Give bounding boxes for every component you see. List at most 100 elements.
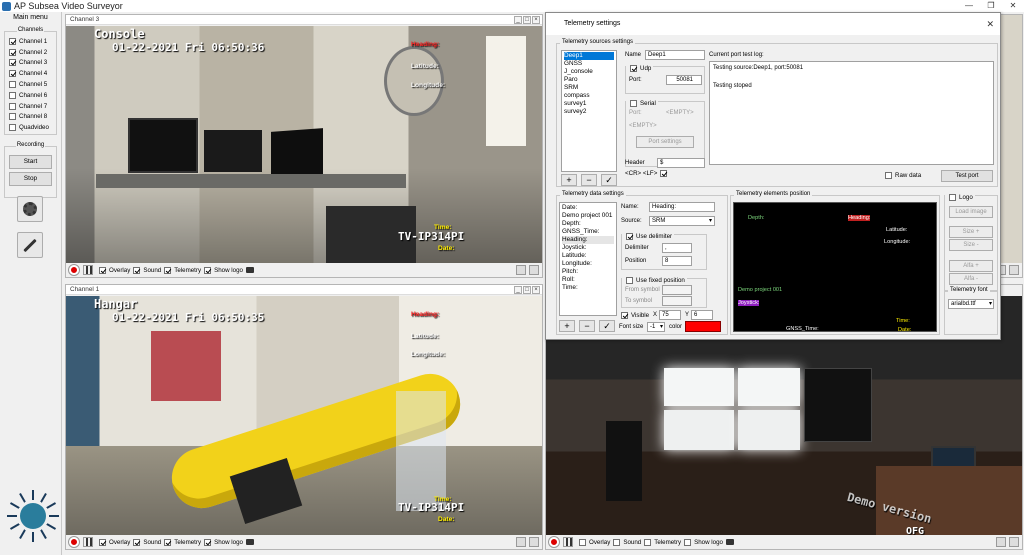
checkbox-box[interactable] — [9, 37, 16, 45]
list-item[interactable]: Joystick: — [562, 244, 614, 252]
telemetry-checkbox[interactable]: Telemetry — [161, 536, 201, 548]
copy-icon[interactable] — [1009, 265, 1019, 275]
list-item[interactable]: compass — [564, 92, 614, 100]
overlay-checkbox[interactable]: Overlay — [576, 536, 610, 548]
checkbox-box[interactable] — [644, 538, 652, 546]
checkbox-box[interactable] — [9, 59, 16, 67]
port-settings-button[interactable]: Port settings — [636, 136, 694, 148]
record-button[interactable] — [549, 537, 559, 547]
checkbox-box[interactable] — [626, 232, 633, 240]
checkbox-box[interactable] — [9, 91, 16, 99]
telemetry-font-select[interactable]: arialbd.ttf ▾ — [948, 299, 994, 309]
stop-recording-button[interactable]: Stop — [9, 172, 52, 186]
copy-icon[interactable] — [1009, 537, 1019, 547]
checkbox-box[interactable] — [630, 64, 637, 72]
use-delimiter-checkbox[interactable]: Use delimiter — [622, 231, 675, 242]
checkbox-box[interactable] — [164, 538, 172, 546]
serial-checkbox[interactable]: Serial — [626, 98, 658, 109]
settings-button[interactable] — [17, 196, 43, 222]
overlay-checkbox[interactable]: Overlay — [96, 264, 130, 276]
show-logo-checkbox[interactable]: Show logo — [201, 536, 243, 548]
header-input[interactable]: $ — [657, 158, 705, 168]
visible-checkbox[interactable]: Visible — [617, 310, 649, 321]
preview-gnss-time[interactable]: GNSS_Time: — [786, 326, 819, 332]
dialog-close-icon[interactable]: ✕ — [986, 13, 994, 35]
size-plus-button[interactable]: Size + — [949, 226, 993, 238]
channel-2-checkbox[interactable]: Channel 2 — [5, 47, 56, 58]
preview-time[interactable]: Time: — [896, 318, 910, 324]
preview-depth[interactable]: Depth: — [748, 215, 764, 221]
checkbox-box[interactable] — [99, 266, 106, 274]
list-item[interactable]: Longitude: — [562, 260, 614, 268]
list-item[interactable]: Pitch: — [562, 268, 614, 276]
font-size-select[interactable]: -1 ▾ — [647, 322, 665, 332]
checkbox-box[interactable] — [621, 311, 628, 319]
show-logo-checkbox[interactable]: Show logo — [681, 536, 723, 548]
list-item[interactable]: Deep1 — [564, 52, 614, 60]
checkbox-box[interactable] — [204, 266, 212, 274]
channel-6-checkbox[interactable]: Channel 6 — [5, 90, 56, 101]
add-data-button[interactable]: + — [559, 320, 575, 332]
add-source-button[interactable]: + — [561, 174, 577, 186]
maximize-icon[interactable]: □ — [523, 16, 531, 24]
test-port-button[interactable]: Test port — [941, 170, 993, 182]
list-item[interactable]: Roll: — [562, 276, 614, 284]
size-minus-button[interactable]: Size - — [949, 239, 993, 251]
channel-5-checkbox[interactable]: Channel 5 — [5, 79, 56, 90]
list-item[interactable]: Demo project 001 — [562, 212, 614, 220]
close-icon[interactable]: × — [532, 286, 540, 294]
list-item[interactable]: Latitude: — [562, 252, 614, 260]
list-item[interactable]: GNSS_Time: — [562, 228, 614, 236]
checkbox-box[interactable] — [164, 266, 172, 274]
copy-icon[interactable] — [529, 265, 539, 275]
checkbox-box[interactable] — [9, 113, 16, 121]
record-button[interactable] — [69, 265, 79, 275]
udp-port-input[interactable]: 50081 — [666, 75, 702, 85]
checkbox-box[interactable] — [133, 538, 141, 546]
data-name-input[interactable]: Heading: — [649, 202, 715, 212]
elements-position-preview[interactable]: Depth: Heading: Latitude: Longitude: Dem… — [733, 202, 937, 333]
data-items-list[interactable]: Date: Demo project 001 Depth: GNSS_Time:… — [559, 202, 617, 316]
telemetry-checkbox[interactable]: Telemetry — [641, 536, 681, 548]
remove-data-button[interactable]: − — [579, 320, 595, 332]
list-item[interactable]: Time: — [562, 284, 614, 292]
raw-data-checkbox[interactable]: Raw data — [881, 170, 921, 181]
pause-button[interactable] — [83, 265, 93, 275]
preview-heading[interactable]: Heading: — [848, 215, 871, 221]
preview-latitude[interactable]: Latitude: — [886, 227, 907, 233]
sound-checkbox[interactable]: Sound — [130, 536, 161, 548]
record-button[interactable] — [69, 537, 79, 547]
minimize-icon[interactable]: _ — [514, 16, 522, 24]
start-recording-button[interactable]: Start — [9, 155, 52, 169]
sound-checkbox[interactable]: Sound — [130, 264, 161, 276]
channel-3-checkbox[interactable]: Channel 3 — [5, 58, 56, 69]
checkbox-box[interactable] — [9, 81, 16, 89]
position-input[interactable]: 8 — [662, 256, 692, 266]
sound-checkbox[interactable]: Sound — [610, 536, 641, 548]
preview-longitude[interactable]: Longitude: — [884, 239, 910, 245]
checkbox-box[interactable] — [613, 538, 621, 546]
checkbox-box[interactable] — [684, 538, 692, 546]
source-select[interactable]: SRM ▾ — [649, 216, 715, 226]
apply-data-button[interactable]: ✓ — [599, 320, 615, 332]
close-icon[interactable]: × — [532, 16, 540, 24]
load-image-button[interactable]: Load image — [949, 206, 993, 218]
list-item[interactable]: GNSS — [564, 60, 614, 68]
checkbox-box[interactable] — [660, 169, 668, 177]
pause-button[interactable] — [83, 537, 93, 547]
sources-list[interactable]: Deep1 GNSS J_console Paro SRM compass su… — [561, 50, 617, 172]
udp-checkbox[interactable]: Udp — [626, 63, 654, 74]
snapshot-icon[interactable] — [245, 267, 254, 273]
checkbox-box[interactable] — [204, 538, 212, 546]
from-symbol-input[interactable] — [662, 285, 692, 295]
alfa-plus-button[interactable]: Alfa + — [949, 260, 993, 272]
snapshot-icon[interactable] — [245, 539, 254, 545]
list-item[interactable]: SRM — [564, 84, 614, 92]
channel-7-checkbox[interactable]: Channel 7 — [5, 101, 56, 112]
color-picker-swatch[interactable] — [685, 321, 721, 332]
to-symbol-input[interactable] — [662, 296, 692, 306]
list-item[interactable]: Heading: — [562, 236, 614, 244]
list-item[interactable]: survey2 — [564, 108, 614, 116]
preview-joystick[interactable]: Joystick: — [738, 300, 760, 306]
list-item[interactable]: Paro — [564, 76, 614, 84]
